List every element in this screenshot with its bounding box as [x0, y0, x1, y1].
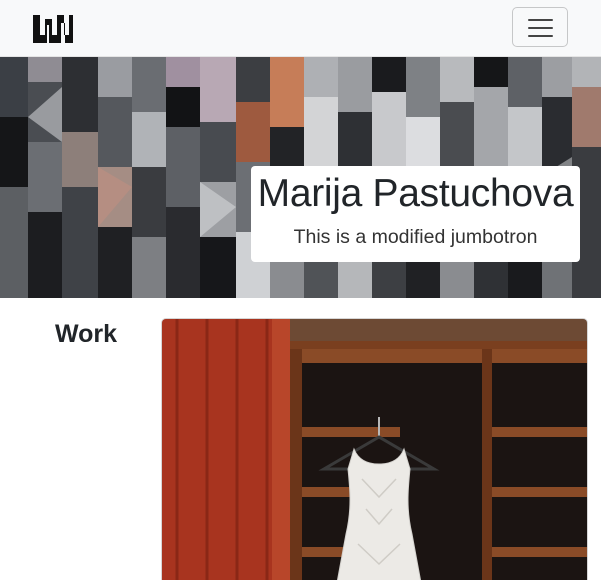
navbar — [0, 0, 601, 57]
navbar-toggler-button[interactable] — [512, 7, 568, 47]
jumbotron: Marija Pastuchova This is a modified jum… — [0, 57, 601, 298]
jumbotron-subtitle: This is a modified jumbotron — [293, 226, 538, 248]
jumbotron-card: Marija Pastuchova This is a modified jum… — [251, 166, 580, 262]
brand-logo[interactable] — [29, 11, 77, 45]
wave-logo-icon — [33, 15, 73, 43]
work-section-title: Work — [55, 320, 118, 348]
work-image-card[interactable] — [161, 318, 588, 580]
dress-photo — [162, 319, 587, 580]
jumbotron-title: Marija Pastuchova — [257, 172, 574, 215]
